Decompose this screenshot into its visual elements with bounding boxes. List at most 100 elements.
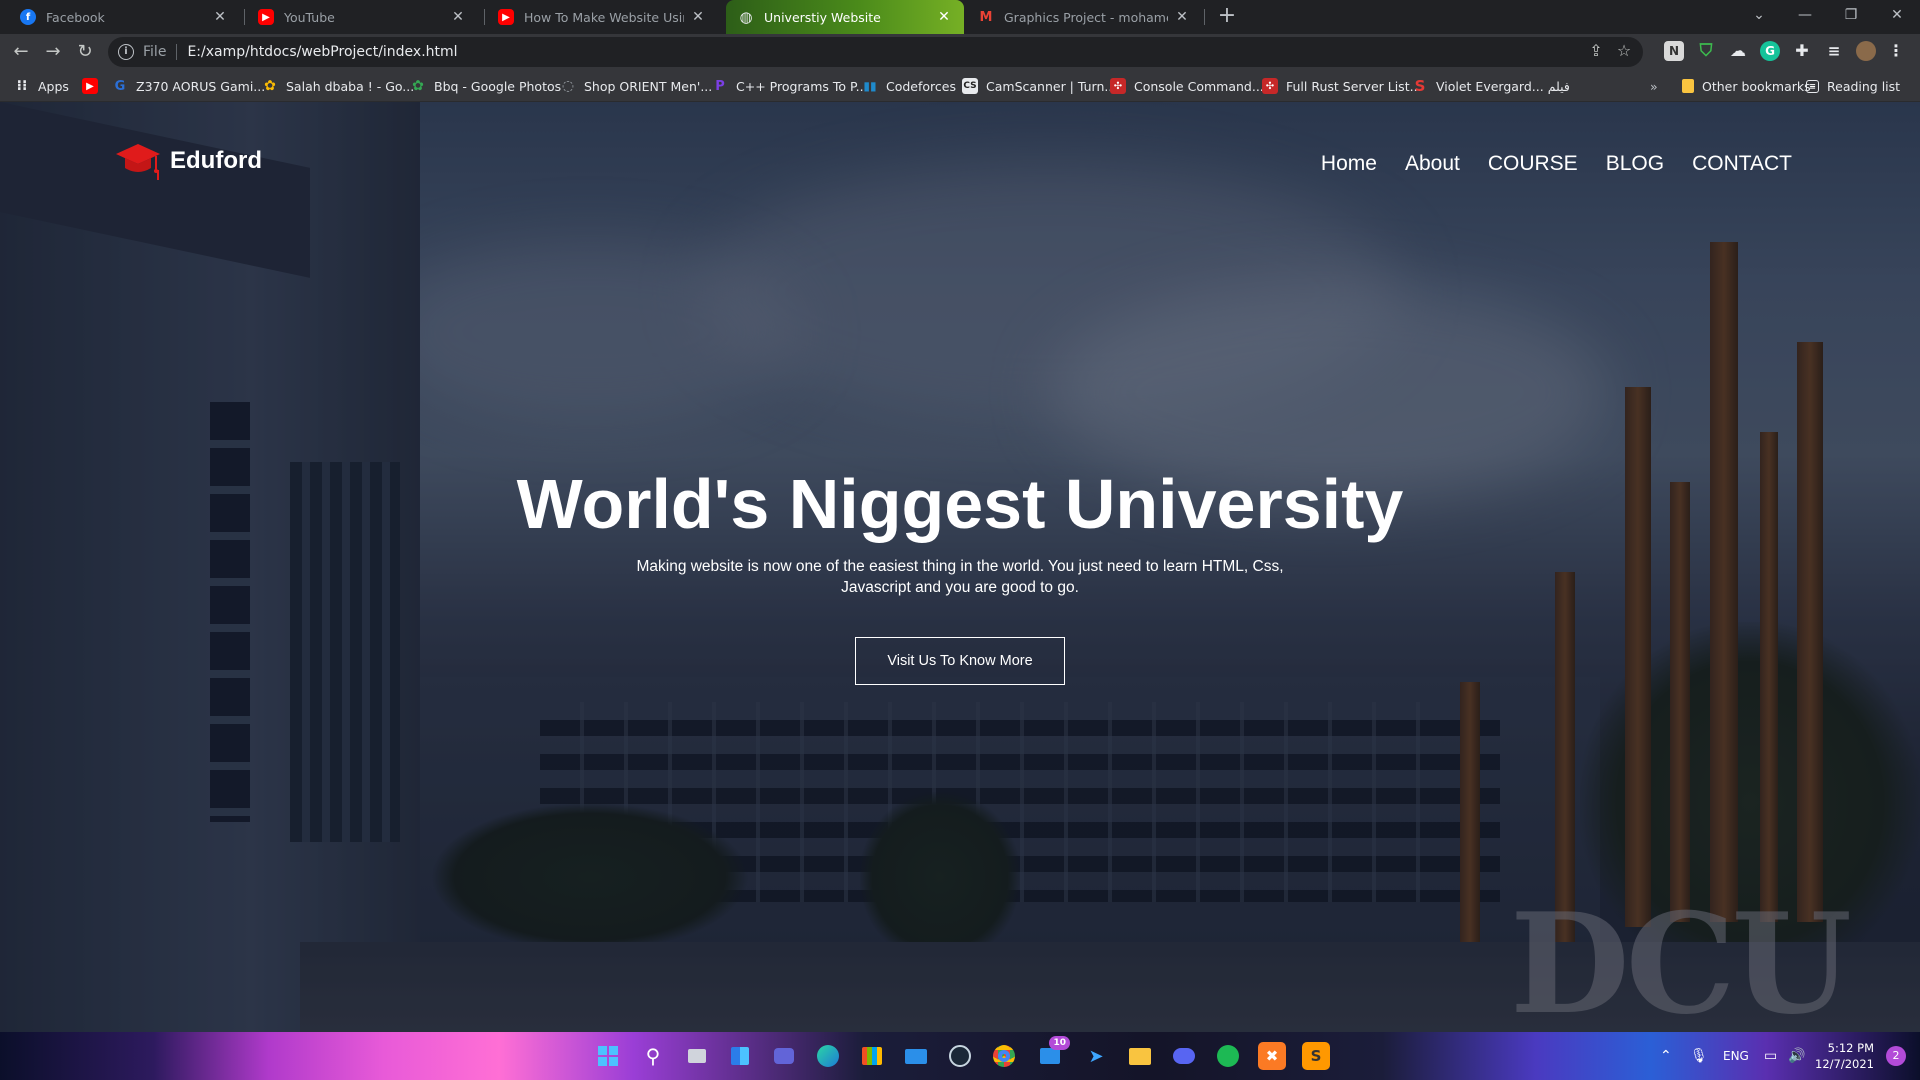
nav-home[interactable]: Home bbox=[1321, 152, 1377, 176]
grammarly-icon[interactable]: G bbox=[1760, 41, 1780, 61]
minimize-icon[interactable]: — bbox=[1782, 0, 1828, 30]
microphone-icon[interactable]: 🎙 bbox=[1690, 1032, 1708, 1080]
close-icon[interactable]: ✕ bbox=[690, 9, 706, 25]
bookmark-label: Salah dbaba ! - Go... bbox=[286, 78, 415, 94]
show-hidden-icons[interactable]: ⌃ bbox=[1660, 1032, 1672, 1080]
reload-icon[interactable]: ↻ bbox=[74, 41, 96, 63]
address-bar[interactable]: i File E:/xamp/htdocs/webProject/index.h… bbox=[108, 37, 1643, 67]
browser-tab-strip: f Facebook ✕ ▶ YouTube ✕ ▶ How To Make W… bbox=[0, 0, 1920, 34]
discord-icon[interactable] bbox=[1170, 1042, 1198, 1070]
edge-icon[interactable] bbox=[814, 1042, 842, 1070]
tab-title: How To Make Website Using HTI bbox=[524, 9, 684, 25]
tab-university-website[interactable]: ◍ Universtiy Website ✕ bbox=[726, 0, 964, 34]
tab-title: Facebook bbox=[46, 9, 105, 25]
store-icon[interactable] bbox=[858, 1042, 886, 1070]
avatar[interactable] bbox=[1856, 41, 1876, 61]
close-icon[interactable]: ✕ bbox=[936, 9, 952, 25]
sublime-icon[interactable]: S bbox=[1302, 1042, 1330, 1070]
cloud-icon[interactable]: ☁ bbox=[1728, 41, 1748, 61]
visit-us-button[interactable]: Visit Us To Know More bbox=[855, 637, 1065, 685]
extension-n-icon[interactable]: N bbox=[1664, 41, 1684, 61]
tab-divider bbox=[1204, 9, 1205, 25]
bookmark-label: CamScanner | Turn... bbox=[986, 78, 1117, 94]
back-arrow-icon[interactable]: ← bbox=[10, 41, 32, 63]
bookmark-bbq-photos[interactable]: ✿ Bbq - Google Photos bbox=[410, 70, 561, 102]
new-tab-button[interactable]: + bbox=[1214, 4, 1240, 30]
close-icon[interactable]: ✕ bbox=[1174, 9, 1190, 25]
shield-icon[interactable]: ⛉ bbox=[1696, 41, 1716, 61]
file-explorer-icon[interactable] bbox=[1126, 1042, 1154, 1070]
loading-icon: ◌ bbox=[561, 78, 575, 94]
close-icon[interactable]: ✕ bbox=[450, 9, 466, 25]
close-icon[interactable]: ✕ bbox=[212, 9, 228, 25]
bookmark-salah-dbaba[interactable]: ✿ Salah dbaba ! - Go... bbox=[262, 70, 414, 102]
nav-contact[interactable]: CONTACT bbox=[1692, 152, 1792, 176]
bookmark-cpp-programs[interactable]: P C++ Programs To P... bbox=[712, 70, 868, 102]
share-icon[interactable]: ⇪ bbox=[1585, 41, 1607, 60]
tab-title: Universtiy Website bbox=[764, 9, 881, 25]
tab-how-to-make-website[interactable]: ▶ How To Make Website Using HTI ✕ bbox=[486, 0, 718, 34]
mail-icon[interactable] bbox=[902, 1042, 930, 1070]
restore-icon[interactable]: ❐ bbox=[1828, 0, 1874, 30]
extensions-puzzle-icon[interactable]: ✚ bbox=[1792, 41, 1812, 61]
steam-icon[interactable] bbox=[946, 1042, 974, 1070]
bookmark-label: Violet Evergard... فيلم bbox=[1436, 78, 1570, 94]
vscode-icon[interactable]: ➤ bbox=[1082, 1042, 1110, 1070]
nav-course[interactable]: COURSE bbox=[1488, 152, 1578, 176]
widgets-icon[interactable] bbox=[726, 1042, 754, 1070]
logo-text: Eduford bbox=[170, 147, 262, 174]
other-bookmarks[interactable]: Other bookmarks bbox=[1682, 70, 1811, 102]
chrome-icon[interactable] bbox=[990, 1042, 1018, 1070]
media-queue-icon[interactable]: ≡ bbox=[1824, 41, 1844, 61]
bookmark-violet-evergarden[interactable]: S Violet Evergard... فيلم bbox=[1412, 70, 1570, 102]
volume-icon[interactable]: 🔊 bbox=[1788, 1032, 1805, 1080]
bookmark-star-icon[interactable]: ☆ bbox=[1613, 41, 1635, 60]
folder-icon bbox=[1682, 79, 1694, 93]
site-info-icon[interactable]: i bbox=[118, 44, 134, 60]
system-clock[interactable]: 5:12 PM 12/7/2021 bbox=[1815, 1040, 1874, 1072]
bookmark-label: Console Command... bbox=[1134, 78, 1264, 94]
nav-blog[interactable]: BLOG bbox=[1606, 152, 1664, 176]
notification-badge[interactable]: 2 bbox=[1886, 1046, 1906, 1066]
bookmark-label: Z370 AORUS Gami... bbox=[136, 78, 266, 94]
network-icon[interactable]: ▭ bbox=[1764, 1032, 1777, 1080]
url-text[interactable]: E:/xamp/htdocs/webProject/index.html bbox=[187, 44, 457, 60]
badge-count: 10 bbox=[1049, 1036, 1070, 1050]
language-indicator[interactable]: ENG bbox=[1723, 1032, 1749, 1080]
youtube-icon: ▶ bbox=[82, 78, 98, 94]
bookmark-z370[interactable]: G Z370 AORUS Gami... bbox=[112, 70, 266, 102]
bookmark-console-command[interactable]: ✣ Console Command... bbox=[1110, 70, 1264, 102]
reading-list[interactable]: ≡ Reading list bbox=[1806, 70, 1900, 102]
more-bookmarks-icon[interactable]: » bbox=[1650, 70, 1658, 102]
site-logo[interactable]: Eduford bbox=[114, 140, 262, 182]
google-photos-icon: ✿ bbox=[264, 78, 276, 94]
nav-about[interactable]: About bbox=[1405, 152, 1460, 176]
bookmark-apps[interactable]: ⁝⁝ Apps bbox=[14, 70, 69, 102]
bookmark-label: C++ Programs To P... bbox=[736, 78, 868, 94]
spotify-icon[interactable] bbox=[1214, 1042, 1242, 1070]
gigabyte-icon: G bbox=[114, 78, 126, 94]
bookmark-orient[interactable]: ◌ Shop ORIENT Men'... bbox=[560, 70, 712, 102]
bookmark-codeforces[interactable]: ▮▮ Codeforces bbox=[862, 70, 956, 102]
bookmark-label: Codeforces bbox=[886, 78, 956, 94]
clock-time: 5:12 PM bbox=[1827, 1041, 1874, 1055]
menu-kebab-icon[interactable]: ⋮ bbox=[1886, 41, 1906, 61]
mail-badge-icon[interactable]: 10 bbox=[1036, 1036, 1070, 1070]
google-photos-icon: ✿ bbox=[412, 78, 424, 94]
tab-youtube[interactable]: ▶ YouTube ✕ bbox=[246, 0, 478, 34]
tab-facebook[interactable]: f Facebook ✕ bbox=[8, 0, 240, 34]
xampp-icon[interactable]: ✖ bbox=[1258, 1042, 1286, 1070]
bookmark-camscanner[interactable]: CS CamScanner | Turn... bbox=[962, 70, 1116, 102]
youtube-icon: ▶ bbox=[258, 9, 274, 25]
tab-search-icon[interactable]: ⌄ bbox=[1736, 0, 1782, 30]
bookmark-rust-servers[interactable]: ✣ Full Rust Server List... bbox=[1262, 70, 1422, 102]
codeforces-icon: ▮▮ bbox=[863, 79, 877, 93]
search-icon[interactable]: ⚲ bbox=[639, 1042, 667, 1070]
teams-chat-icon[interactable] bbox=[770, 1042, 798, 1070]
window-close-icon[interactable]: ✕ bbox=[1874, 0, 1920, 30]
forward-arrow-icon[interactable]: → bbox=[42, 41, 64, 63]
windows-start-icon[interactable] bbox=[594, 1042, 622, 1070]
tab-gmail[interactable]: M Graphics Project - mohamed191 ✕ bbox=[966, 0, 1202, 34]
bookmark-youtube[interactable]: ▶ bbox=[82, 70, 106, 102]
task-view-icon[interactable] bbox=[683, 1042, 711, 1070]
